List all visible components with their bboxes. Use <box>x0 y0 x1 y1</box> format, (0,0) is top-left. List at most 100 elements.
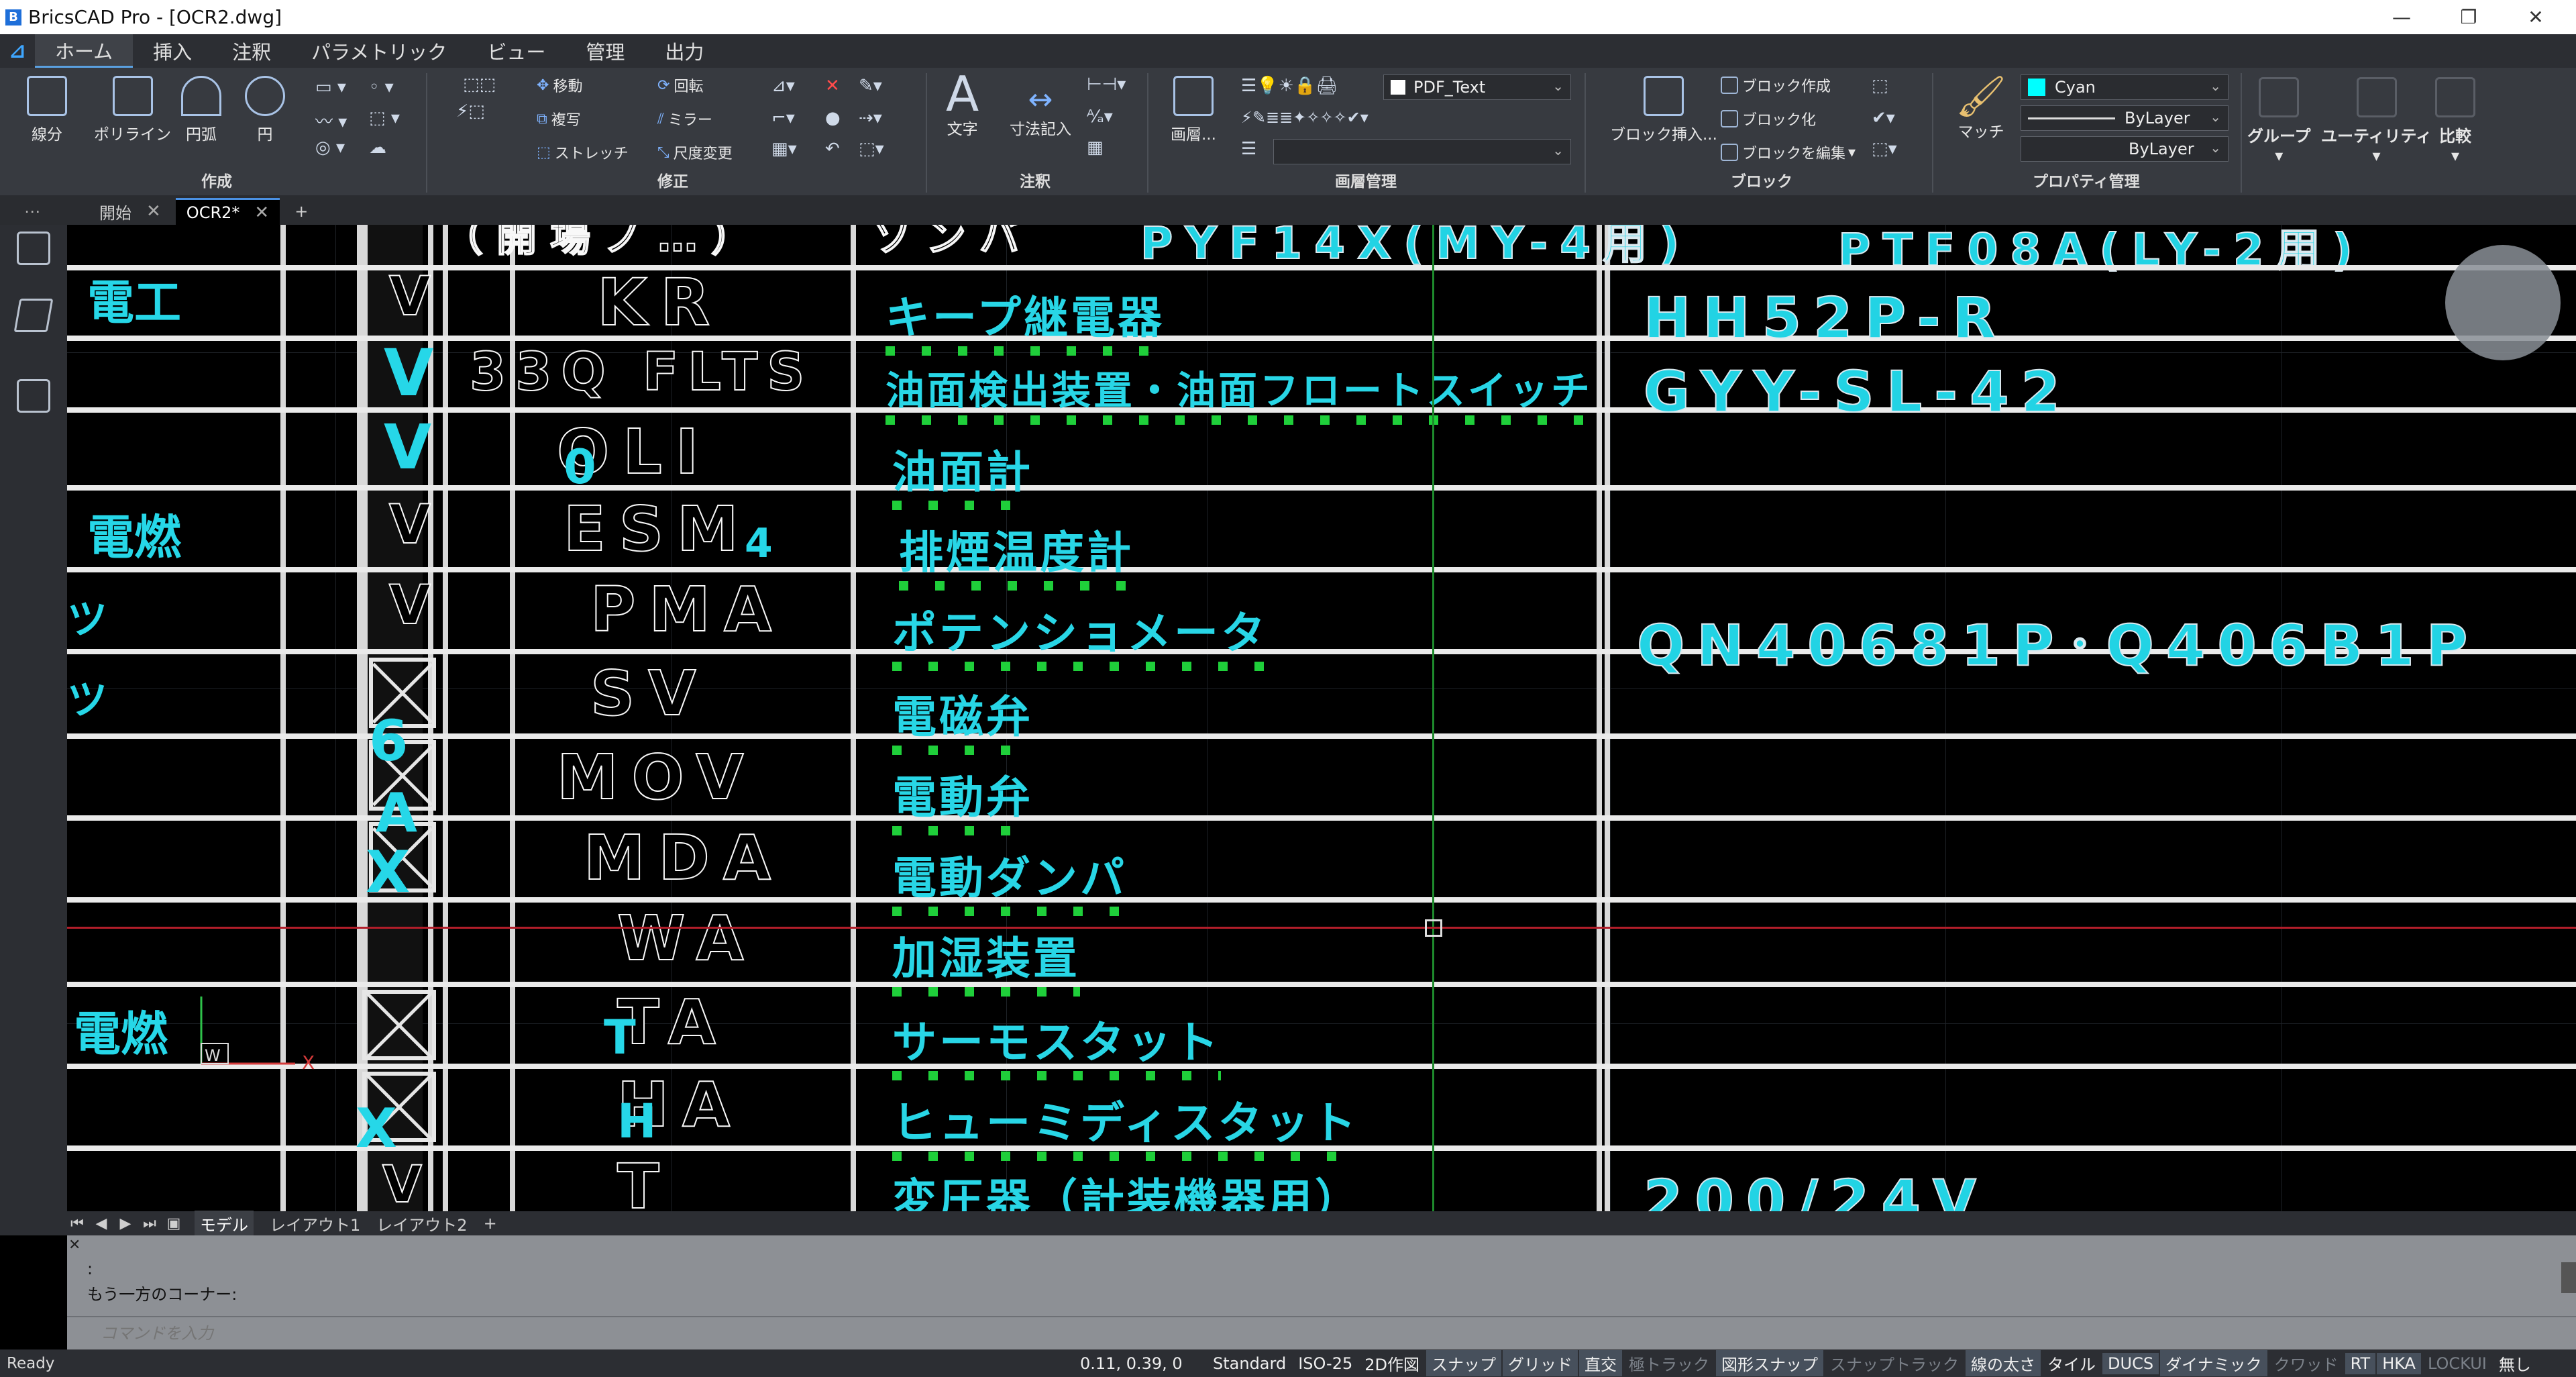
polyline-button[interactable]: ポリライン <box>94 76 171 144</box>
app-menu-icon[interactable]: ⊿ <box>0 34 35 68</box>
mirror-button[interactable]: ⫽ ミラー <box>657 108 712 130</box>
copy-button[interactable]: ⧉ 複写 <box>537 108 581 130</box>
prev-layout-icon[interactable]: ◀ <box>91 1214 111 1233</box>
new-tab-button[interactable]: + <box>284 198 319 225</box>
line-button[interactable]: 線分 <box>27 76 67 144</box>
status-toggle[interactable]: ダイナミック <box>2160 1350 2267 1376</box>
status-toggle[interactable]: グリッド <box>1503 1350 1578 1376</box>
block-make-button[interactable]: ブロック化 <box>1721 108 1816 130</box>
lineweight-select[interactable]: ByLayer ⌄ <box>2021 136 2229 162</box>
minimize-button[interactable]: — <box>2368 0 2435 34</box>
status-toggle[interactable]: 図形スナップ <box>1716 1350 1824 1376</box>
break-icon[interactable]: ⬚▾ <box>859 139 884 159</box>
edit-icon[interactable]: ✎▾ <box>859 76 882 96</box>
hatch-icon[interactable]: ◎ ▾ <box>315 138 345 158</box>
status-toggle[interactable]: Standard <box>1208 1353 1291 1374</box>
next-layout-icon[interactable]: ▶ <box>115 1214 136 1233</box>
dimension-button[interactable]: ↔ 寸法記入 <box>1010 84 1071 139</box>
utility-button[interactable]: ユーティリティ ▾ <box>2321 77 2432 165</box>
quick-tools-icon[interactable]: ⚡⬚ <box>456 101 485 121</box>
layout-tab-1[interactable]: レイアウト1 <box>270 1212 360 1235</box>
text-button[interactable]: A 文字 <box>946 70 979 139</box>
command-scrollbar[interactable] <box>2561 1262 2576 1293</box>
block-attr-edit-icon[interactable]: ✔▾ <box>1872 108 1895 128</box>
region-icon[interactable]: ⬚ ▾ <box>369 108 400 128</box>
properties-panel-icon[interactable] <box>17 232 50 265</box>
tab-parametric[interactable]: パラメトリック <box>291 34 467 68</box>
trim-icon[interactable]: ⊿▾ <box>771 76 795 96</box>
block-create-button[interactable]: ブロック作成 <box>1721 74 1831 96</box>
layer-filter-select[interactable]: ⌄ <box>1273 139 1571 164</box>
status-toggle[interactable]: LOCKUI <box>2422 1353 2492 1374</box>
block-insert-button[interactable]: ブロック挿入... <box>1610 76 1717 144</box>
scale-button[interactable]: ⤡ 尺度変更 <box>657 142 733 163</box>
close-button[interactable]: ✕ <box>2502 0 2569 34</box>
rotate-button[interactable]: ⟳ 回転 <box>657 74 703 96</box>
layers-panel-icon[interactable] <box>13 299 54 332</box>
text-style-icon[interactable]: ᴬ⁄ₐ▾ <box>1087 107 1113 127</box>
circle-button[interactable]: 円 <box>245 76 285 144</box>
navigation-wheel-icon[interactable] <box>2445 245 2561 360</box>
status-toggle[interactable]: スナップ <box>1426 1350 1502 1376</box>
doc-tab-ocr2[interactable]: OCR2* ✕ <box>175 198 280 225</box>
group-button[interactable]: グループ ▾ <box>2247 77 2311 165</box>
layer-state-icon[interactable]: ☰💡☀🔒🖨 <box>1241 76 1338 96</box>
layout-list-icon[interactable]: ▣ <box>164 1214 184 1233</box>
close-icon[interactable]: ✕ <box>68 1237 80 1254</box>
layout-tab-model[interactable]: モデル <box>195 1210 254 1237</box>
move-button[interactable]: ✥ 移動 <box>537 74 582 96</box>
revcloud-icon[interactable]: ☁ <box>369 138 386 158</box>
linetype-select[interactable]: ByLayer ⌄ <box>2021 105 2229 131</box>
layer-tools-icon[interactable]: ⚡✎≣≣✦✧✧✧✔▾ <box>1241 108 1368 127</box>
color-select[interactable]: Cyan ⌄ <box>2021 74 2229 100</box>
block-attr-icon[interactable]: ⬚ <box>1872 76 1888 96</box>
tab-home[interactable]: ホーム <box>35 34 133 68</box>
array-icon[interactable]: ▦▾ <box>771 139 797 159</box>
compare-button[interactable]: 比較 ▾ <box>2435 77 2475 165</box>
block-attr-manage-icon[interactable]: ⬚▾ <box>1872 139 1897 159</box>
last-layout-icon[interactable]: ⏭ <box>140 1214 160 1233</box>
status-toggle[interactable]: スナップトラック <box>1825 1350 1964 1376</box>
tab-view[interactable]: ビュー <box>467 34 566 68</box>
rectangle-icon[interactable]: ▭ ▾ <box>315 77 346 97</box>
fillet-icon[interactable]: ⌐▾ <box>771 108 795 128</box>
tab-overflow-icon[interactable]: ⋯ <box>13 198 51 225</box>
drawing-canvas[interactable]: （開場ノ…） ソンバ PYF14X(MY-4用) PTF08A(LY-2用) 電… <box>67 225 2576 1211</box>
tab-annotate[interactable]: 注釈 <box>212 34 291 68</box>
close-icon[interactable]: ✕ <box>254 203 269 223</box>
explode-icon[interactable]: ● <box>825 108 841 128</box>
status-toggle[interactable]: タイル <box>2042 1350 2101 1376</box>
first-layout-icon[interactable]: ⏮ <box>67 1214 87 1233</box>
block-edit-button[interactable]: ブロックを編集 ▾ <box>1721 142 1856 163</box>
add-layout-button[interactable]: + <box>484 1214 497 1233</box>
status-toggle[interactable]: 極トラック <box>1623 1350 1715 1376</box>
spline-icon[interactable]: 〰 ▾ <box>315 108 347 133</box>
status-toggle[interactable]: 2D作図 <box>1359 1350 1425 1376</box>
arc-button[interactable]: 円弧 <box>181 76 221 144</box>
status-toggle[interactable]: RT <box>2345 1352 2376 1374</box>
status-toggle[interactable]: 線の太さ <box>1966 1350 2041 1376</box>
status-toggle[interactable]: DUCS <box>2102 1352 2159 1374</box>
layer-select[interactable]: PDF_Text ⌄ <box>1383 74 1571 100</box>
doc-tab-start[interactable]: 開始 ✕ <box>89 198 172 225</box>
status-toggle[interactable]: 無し <box>2493 1350 2536 1376</box>
status-toggle[interactable]: 直交 <box>1579 1350 1623 1376</box>
status-toggle[interactable]: HKA <box>2377 1352 2421 1374</box>
tab-manage[interactable]: 管理 <box>566 34 645 68</box>
erase-icon[interactable]: ✕ <box>825 76 840 96</box>
command-input[interactable] <box>67 1324 671 1343</box>
layout-tab-2[interactable]: レイアウト2 <box>376 1212 467 1235</box>
offset-icon[interactable]: ⇢▾ <box>859 108 882 128</box>
structure-panel-icon[interactable] <box>17 379 50 413</box>
table-icon[interactable]: ▦ <box>1087 138 1104 158</box>
status-toggle[interactable]: クワッド <box>2269 1350 2344 1376</box>
tab-insert[interactable]: 挿入 <box>133 34 212 68</box>
join-icon[interactable]: ↶ <box>825 139 840 159</box>
close-icon[interactable]: ✕ <box>146 201 161 221</box>
match-properties-button[interactable]: 🖌 マッチ <box>1955 74 2006 142</box>
tab-output[interactable]: 出力 <box>645 34 724 68</box>
layer-match-icon[interactable]: ☰ <box>1241 139 1256 159</box>
status-toggle[interactable]: ISO-25 <box>1293 1353 1358 1374</box>
layer-properties-button[interactable]: 画層... <box>1171 76 1216 144</box>
point-icon[interactable]: ◦ ▾ <box>369 77 394 97</box>
